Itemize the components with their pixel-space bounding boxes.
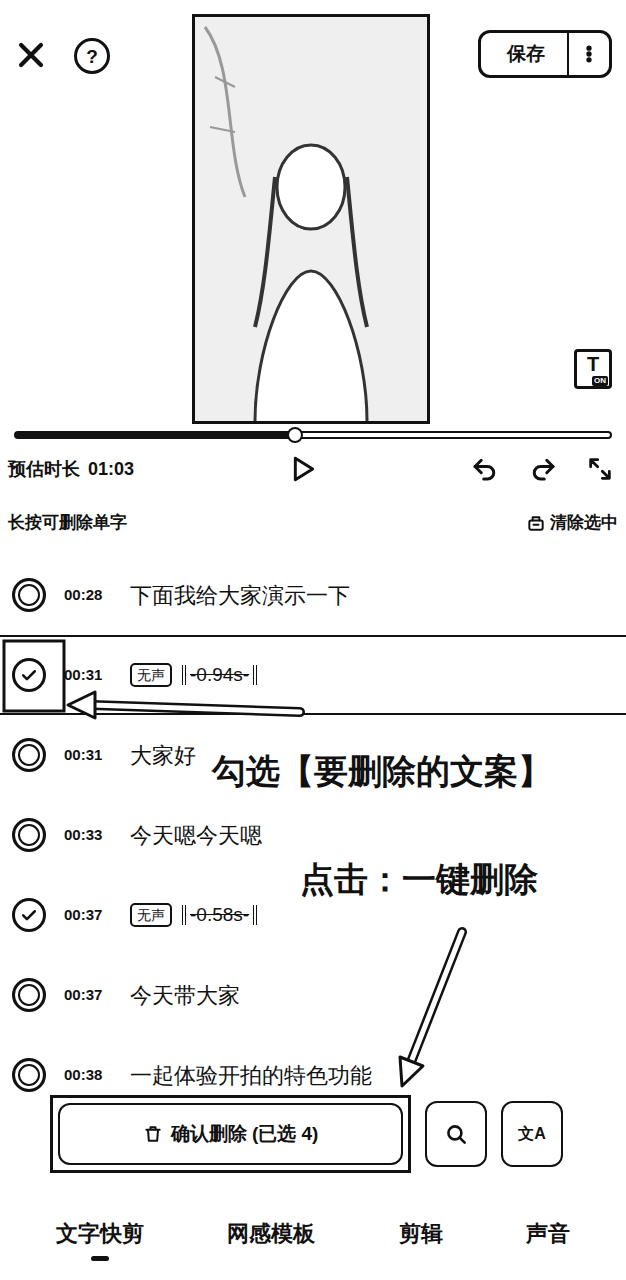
confirm-delete-button[interactable]: 确认删除 (已选 4)	[58, 1103, 403, 1165]
segment-content: 无声 -0.94s-	[130, 663, 257, 687]
editor-screen: ? 保存 TON 预估时长 01:03 长按可删除单字 清除选中 00:28 下面我给大家演示一…	[0, 0, 626, 1280]
action-bar: 确认删除 (已选 4) 文A	[0, 1095, 626, 1173]
save-group: 保存	[478, 30, 612, 78]
tab-label: 文字快剪	[56, 1217, 144, 1250]
segment-checkbox[interactable]	[12, 578, 46, 612]
duration-label: 预估时长	[8, 456, 80, 483]
more-icon[interactable]	[579, 44, 599, 64]
search-button[interactable]	[425, 1101, 487, 1167]
tab-underline	[91, 1256, 109, 1261]
progress-bar	[0, 425, 626, 445]
tab[interactable]: 声音	[522, 1217, 574, 1250]
redo-icon[interactable]	[528, 454, 558, 484]
silence-length: -0.94s-	[182, 665, 257, 686]
segment-checkbox[interactable]	[12, 898, 46, 932]
segment-text: 今天嗯今天嗯	[130, 819, 262, 852]
segment-time: 00:37	[64, 904, 112, 927]
fullscreen-icon[interactable]	[586, 455, 614, 483]
player-controls: 预估时长 01:03	[0, 447, 626, 491]
duration-value: 01:03	[88, 456, 134, 483]
progress-track[interactable]	[14, 431, 612, 439]
segment-content: 下面我给大家演示一下	[130, 579, 350, 612]
tutorial-caption: 勾选【要删除的文案】	[212, 752, 552, 791]
subtitle-toggle[interactable]: TON	[574, 349, 612, 389]
segment-content: 无声 -0.58s-	[130, 903, 257, 927]
top-right-tools: 保存 TON	[430, 0, 626, 425]
segment-text: 大家好	[130, 739, 196, 772]
segment-text: 一起体验开拍的特色功能	[130, 1059, 372, 1092]
silence-tag: 无声	[130, 663, 172, 687]
video-preview[interactable]	[192, 14, 430, 424]
edit-tools	[318, 454, 618, 484]
segment-time: 00:31	[64, 744, 112, 767]
clear-selection-button[interactable]: 清除选中	[526, 510, 618, 536]
save-button[interactable]: 保存	[481, 40, 567, 69]
confirm-delete-label: 确认删除 (已选 4)	[171, 1120, 319, 1149]
segment-checkbox[interactable]	[12, 1058, 46, 1092]
segment-row[interactable]: 00:37 今天带大家	[0, 955, 626, 1035]
preview-area: ? 保存 TON	[0, 0, 626, 425]
translate-button[interactable]: 文A	[501, 1101, 563, 1167]
help-button[interactable]: ?	[74, 38, 110, 74]
progress-fill	[16, 433, 295, 437]
tutorial-arrows	[0, 0, 626, 1280]
undo-icon[interactable]	[470, 454, 500, 484]
segment-time: 00:37	[64, 984, 112, 1007]
segment-row[interactable]: 00:28 下面我给大家演示一下	[0, 555, 626, 635]
segment-content: 一起体验开拍的特色功能	[130, 1059, 372, 1092]
tab[interactable]: 文字快剪	[52, 1217, 148, 1261]
progress-thumb[interactable]	[287, 427, 303, 443]
segment-checkbox[interactable]	[12, 658, 46, 692]
confirm-highlight: 确认删除 (已选 4)	[50, 1095, 411, 1173]
trash-icon	[143, 1124, 163, 1144]
clear-icon	[526, 513, 546, 533]
hint-bar: 长按可删除单字 清除选中	[0, 503, 626, 543]
tab-label: 剪辑	[399, 1217, 443, 1250]
duration-info: 预估时长 01:03	[8, 456, 286, 483]
tab[interactable]: 网感模板	[223, 1217, 319, 1250]
tutorial-caption: 点击：一键删除	[300, 860, 538, 899]
segment-list: 00:28 下面我给大家演示一下 00:31 无声 -0.94s- 00:31 大家好 00:…	[0, 555, 626, 1115]
segment-time: 00:33	[64, 824, 112, 847]
tab-label: 网感模板	[227, 1217, 315, 1250]
subtitle-letter: T	[587, 353, 599, 375]
segment-content: 今天带大家	[130, 979, 240, 1012]
tab[interactable]: 剪辑	[395, 1217, 447, 1250]
more-button[interactable]	[567, 33, 609, 75]
top-left-tools: ?	[0, 0, 192, 425]
search-icon	[443, 1121, 469, 1147]
silence-length: -0.58s-	[182, 905, 257, 926]
play-icon[interactable]	[286, 453, 318, 485]
segment-time: 00:31	[64, 664, 112, 687]
bottom-tabs: 文字快剪 网感模板 剪辑 声音	[0, 1217, 626, 1261]
silence-tag: 无声	[130, 903, 172, 927]
segment-time: 00:28	[64, 584, 112, 607]
hint-text: 长按可删除单字	[8, 510, 127, 536]
segment-text: 今天带大家	[130, 979, 240, 1012]
clear-selection-label: 清除选中	[550, 510, 618, 536]
segment-time: 00:38	[64, 1064, 112, 1087]
segment-content: 大家好	[130, 739, 196, 772]
segment-content: 今天嗯今天嗯	[130, 819, 262, 852]
close-icon[interactable]	[14, 38, 48, 72]
segment-checkbox[interactable]	[12, 818, 46, 852]
tab-label: 声音	[526, 1217, 570, 1250]
segment-checkbox[interactable]	[12, 978, 46, 1012]
subtitle-badge: ON	[592, 376, 608, 386]
segment-checkbox[interactable]	[12, 738, 46, 772]
segment-text: 下面我给大家演示一下	[130, 579, 350, 612]
segment-row[interactable]: 00:31 无声 -0.94s-	[0, 635, 626, 715]
